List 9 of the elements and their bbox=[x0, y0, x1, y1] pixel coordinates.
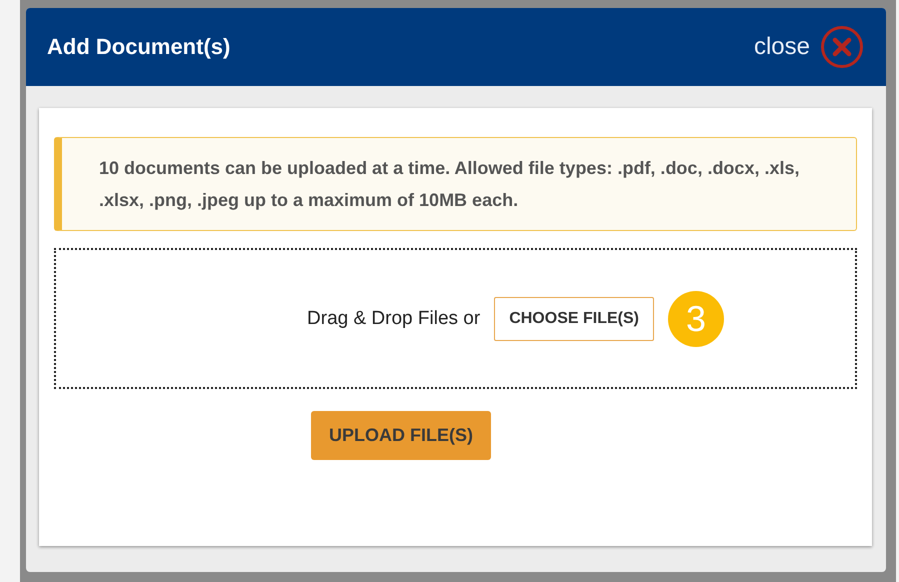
drop-zone-label: Drag & Drop Files or bbox=[307, 308, 480, 330]
notice-message: 10 documents can be uploaded at a time. Allowed file types: .pdf, .doc, .docx, .xls, .xlsx, .png, .jpeg up to a maximum of 10MB each. bbox=[54, 137, 857, 231]
upload-button[interactable]: UPLOAD FILE(S) bbox=[311, 411, 491, 460]
dialog-title: Add Document(s) bbox=[47, 34, 230, 60]
step-badge: 3 bbox=[668, 290, 724, 346]
close-button[interactable]: close bbox=[754, 25, 864, 69]
close-icon bbox=[820, 25, 864, 69]
choose-files-button[interactable]: CHOOSE FILE(S) bbox=[494, 296, 654, 340]
drop-zone[interactable]: Drag & Drop Files or CHOOSE FILE(S) 3 bbox=[54, 248, 857, 389]
